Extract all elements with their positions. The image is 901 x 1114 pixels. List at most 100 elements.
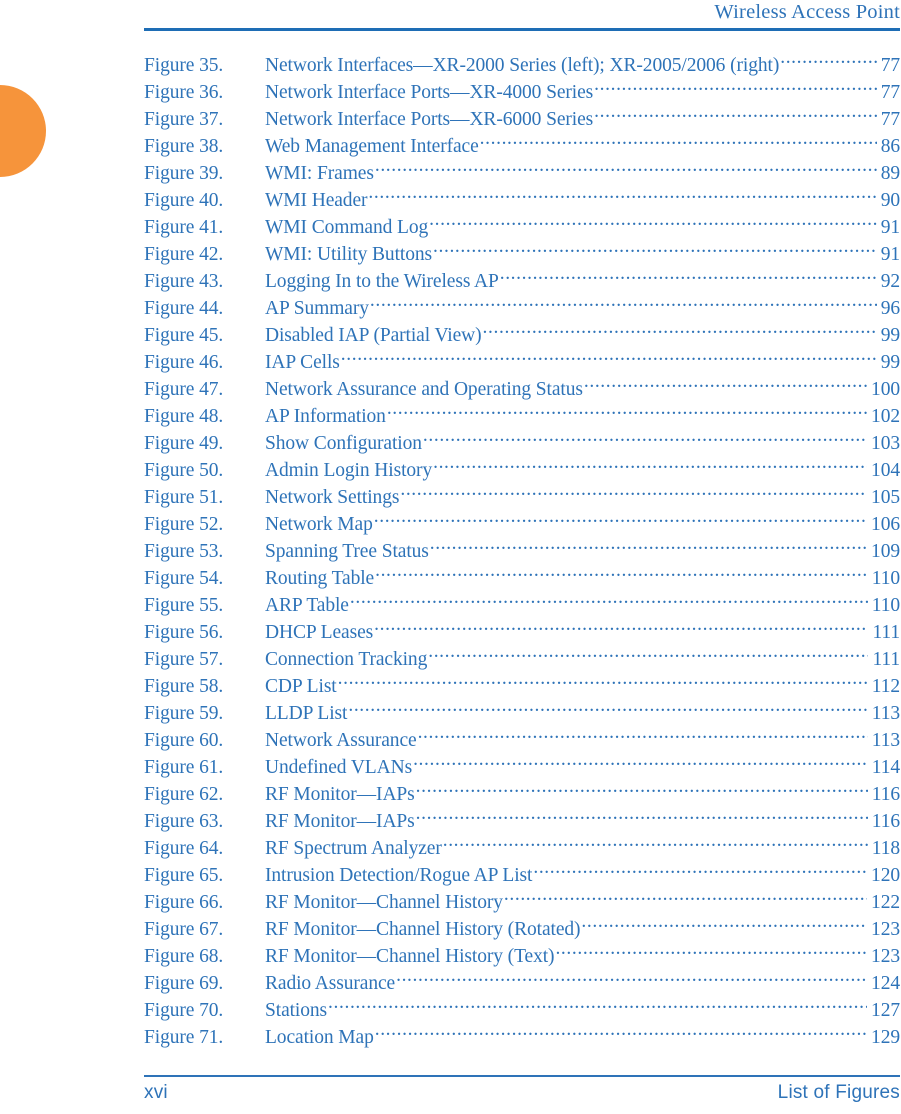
figure-entry-title: Stations (265, 1000, 328, 1021)
figure-entry-page-number: 91 (880, 217, 900, 238)
figure-entry-page-number: 123 (871, 946, 900, 967)
figure-entry-page-number: 100 (871, 379, 900, 400)
figure-entry-title: RF Spectrum Analyzer (265, 838, 442, 859)
figure-entry-label: Figure 48. (144, 406, 224, 427)
figure-entry-leader-dots (483, 314, 877, 341)
figure-entry-title: AP Summary (265, 298, 369, 319)
figure-entry-label: Figure 39. (144, 163, 224, 184)
figure-entry-page-number: 77 (880, 82, 900, 103)
figure-entry-page-number: 96 (880, 298, 900, 319)
figure-entry-page-number: 99 (880, 325, 900, 346)
figure-entry-label: Figure 53. (144, 541, 224, 562)
figure-entry-leader-dots (428, 638, 868, 665)
figure-entry-label: Figure 71. (144, 1027, 224, 1048)
figure-entry-page-number: 112 (871, 676, 900, 697)
figure-entry-label: Figure 44. (144, 298, 224, 319)
figure-entry-label: Figure 35. (144, 55, 224, 76)
figure-entry-leader-dots (581, 908, 867, 935)
figure-entry-title: RF Monitor—IAPs (265, 811, 415, 832)
figure-entry-leader-dots (416, 773, 868, 800)
figure-entry-title: WMI: Utility Buttons (265, 244, 433, 265)
figure-entry-leader-dots (370, 287, 877, 314)
figure-entry-leader-dots (780, 44, 876, 71)
figure-entry-page-number: 90 (880, 190, 900, 211)
figure-entry-label: Figure 64. (144, 838, 224, 859)
figure-entry-title: Network Map (265, 514, 373, 535)
figure-entry-label: Figure 49. (144, 433, 224, 454)
figure-entry-title: Location Map (265, 1027, 374, 1048)
figure-entry-title: Network Assurance (265, 730, 417, 751)
figure-entry-leader-dots (387, 395, 867, 422)
figure-entry-label: Figure 41. (144, 217, 224, 238)
figure-entry-title: IAP Cells (265, 352, 340, 373)
figure-entry-page-number: 92 (880, 271, 900, 292)
figure-entry-label: Figure 51. (144, 487, 224, 508)
figure-entry-page-number: 109 (871, 541, 900, 562)
figure-entry-leader-dots (413, 746, 868, 773)
figure-entry-title: RF Monitor—Channel History (Rotated) (265, 919, 581, 940)
figure-entry-title: WMI Command Log (265, 217, 429, 238)
figure-entry-label: Figure 37. (144, 109, 224, 130)
figure-entry-leader-dots (584, 368, 867, 395)
figure-entry-label: Figure 60. (144, 730, 224, 751)
figure-entry-leader-dots (430, 530, 867, 557)
figure-entry-leader-dots (594, 71, 877, 98)
figure-entry-leader-dots (416, 800, 868, 827)
figure-entry-leader-dots (429, 206, 877, 233)
figure-entry-page-number: 99 (880, 352, 900, 373)
figure-entry-title: Show Configuration (265, 433, 422, 454)
figure-entry-leader-dots (533, 854, 867, 881)
list-of-figures: Figure 35. Network Interfaces—XR-2000 Ser… (144, 44, 900, 1048)
figure-entry-page-number: 129 (871, 1027, 900, 1048)
figure-entry-leader-dots (396, 962, 867, 989)
figure-entry-title: Network Interface Ports—XR-4000 Series (265, 82, 594, 103)
figure-entry-leader-dots (400, 476, 867, 503)
figure-entry-label: Figure 42. (144, 244, 224, 265)
figure-entry-page-number: 77 (880, 55, 900, 76)
figure-entry-page-number: 113 (871, 703, 900, 724)
figure-entry-leader-dots (594, 98, 877, 125)
figure-entry-page-number: 118 (871, 838, 900, 859)
figure-entry-leader-dots (375, 152, 877, 179)
figure-entry-label: Figure 68. (144, 946, 224, 967)
figure-entry-page-number: 116 (871, 811, 900, 832)
figure-entry-label: Figure 46. (144, 352, 224, 373)
figure-entry-page-number: 127 (871, 1000, 900, 1021)
figure-entry-leader-dots (433, 449, 867, 476)
figure-entry-leader-dots (423, 422, 867, 449)
figure-entry-label: Figure 45. (144, 325, 224, 346)
figure-entry[interactable]: Figure 35. Network Interfaces—XR-2000 Ser… (144, 44, 900, 76)
figure-entry-label: Figure 67. (144, 919, 224, 940)
figure-entry-leader-dots (350, 584, 868, 611)
figure-entry-label: Figure 61. (144, 757, 224, 778)
figure-entry-page-number: 86 (880, 136, 900, 157)
figure-entry-label: Figure 62. (144, 784, 224, 805)
figure-entry-title: RF Monitor—Channel History (265, 892, 503, 913)
figure-entry-title: LLDP List (265, 703, 348, 724)
figure-entry-page-number: 120 (871, 865, 900, 886)
figure-entry-label: Figure 56. (144, 622, 224, 643)
footer-page-number: xvi (144, 1082, 168, 1103)
figure-entry-page-number: 103 (871, 433, 900, 454)
figure-entry-page-number: 105 (871, 487, 900, 508)
figure-entry-leader-dots (368, 179, 876, 206)
figure-entry-title: DHCP Leases (265, 622, 374, 643)
figure-entry-label: Figure 63. (144, 811, 224, 832)
figure-entry-title: WMI Header (265, 190, 368, 211)
figure-entry-page-number: 122 (871, 892, 900, 913)
figure-entry-label: Figure 57. (144, 649, 224, 670)
figure-entry-page-number: 116 (871, 784, 900, 805)
figure-entry-page-number: 104 (871, 460, 900, 481)
figure-entry-page-number: 114 (871, 757, 900, 778)
figure-entry-label: Figure 43. (144, 271, 224, 292)
figure-entry-label: Figure 55. (144, 595, 224, 616)
figure-entry-title: ARP Table (265, 595, 349, 616)
header-divider-rule (144, 28, 900, 31)
header-title: Wireless Access Point (714, 1, 900, 23)
figure-entry-title: WMI: Frames (265, 163, 374, 184)
figure-entry-label: Figure 70. (144, 1000, 224, 1021)
figure-entry-page-number: 77 (880, 109, 900, 130)
figure-entry-label: Figure 38. (144, 136, 224, 157)
figure-entry-label: Figure 47. (144, 379, 224, 400)
figure-entry-title: AP Information (265, 406, 386, 427)
